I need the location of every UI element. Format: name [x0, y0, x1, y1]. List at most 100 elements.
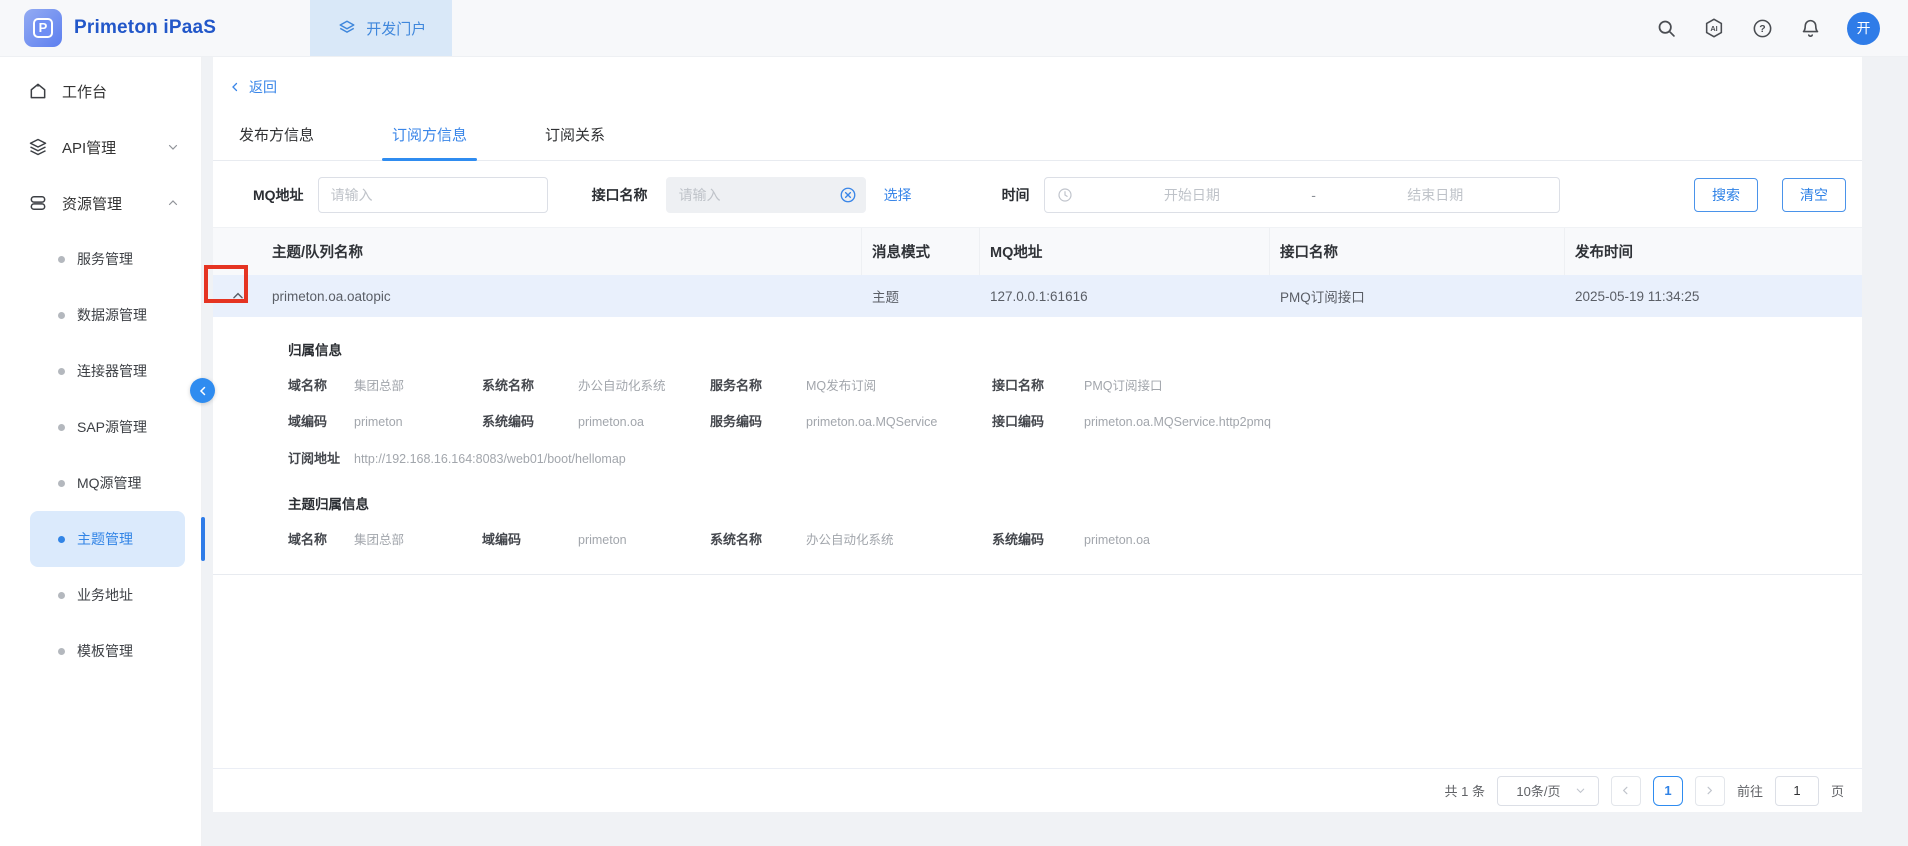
table-row[interactable]: primeton.oa.oatopic 主题 127.0.0.1:61616 P…: [213, 275, 1862, 317]
chevron-right-icon: [1704, 785, 1715, 796]
select-interface-link[interactable]: 选择: [884, 185, 912, 205]
detail-value: primeton: [354, 415, 482, 429]
page-unit-label: 页: [1831, 781, 1844, 800]
search-icon[interactable]: [1655, 17, 1677, 39]
detail-value: primeton.oa: [578, 415, 710, 429]
row-expand-button[interactable]: [213, 278, 262, 314]
sidebar-subitem-label: SAP源管理: [77, 417, 147, 437]
interface-name-label: 接口名称: [592, 185, 648, 205]
sidebar-item-resource[interactable]: 资源管理: [0, 175, 201, 231]
search-button[interactable]: 搜索: [1694, 178, 1758, 212]
mq-address-input[interactable]: [318, 177, 548, 213]
cell-interface-name: PMQ订阅接口: [1270, 275, 1565, 317]
detail-label: 接口编码: [992, 411, 1084, 430]
brand: P Primeton iPaaS: [0, 0, 240, 56]
sidebar-item-api[interactable]: API管理: [0, 119, 201, 175]
ai-assistant-icon[interactable]: AI: [1703, 17, 1725, 39]
time-label: 时间: [1002, 185, 1030, 205]
user-avatar[interactable]: 开: [1847, 12, 1880, 45]
bell-icon[interactable]: [1799, 17, 1821, 39]
portal-tab-label: 开发门户: [366, 18, 426, 39]
detail-label: 域编码: [288, 411, 354, 430]
section-title-topic-ownership: 主题归属信息: [288, 493, 1832, 513]
detail-value: primeton.oa.MQService.http2pmq: [1084, 415, 1832, 429]
tab-publisher-info[interactable]: 发布方信息: [229, 110, 324, 160]
sidebar-subitem-label: 连接器管理: [77, 361, 147, 381]
detail-label: 接口名称: [992, 375, 1084, 394]
detail-label: 系统名称: [710, 529, 806, 548]
resource-icon: [28, 193, 48, 213]
goto-page-input[interactable]: [1775, 776, 1819, 806]
detail-value-subscribe-address: http://192.168.16.164:8083/web01/boot/he…: [354, 452, 1832, 466]
detail-value: primeton.oa.MQService: [806, 415, 992, 429]
header-actions: AI ? 开: [1655, 0, 1908, 56]
tab-subscriber-info[interactable]: 订阅方信息: [382, 110, 477, 160]
start-date-input[interactable]: [1081, 187, 1304, 203]
clock-icon: [1057, 187, 1073, 203]
filter-bar: MQ地址 接口名称 选择 时间 - 搜索 清空: [213, 161, 1862, 227]
interface-name-input[interactable]: [666, 177, 866, 213]
primeton-logo-icon: P: [24, 9, 62, 47]
back-button[interactable]: 返回: [229, 77, 277, 97]
bullet-icon: [58, 368, 65, 375]
sidebar-item-mq-mgmt[interactable]: MQ源管理: [30, 455, 185, 511]
sidebar-item-connector-mgmt[interactable]: 连接器管理: [30, 343, 185, 399]
bullet-icon: [58, 592, 65, 599]
chevron-down-icon: [1575, 785, 1586, 796]
clear-circle-icon[interactable]: [839, 186, 857, 204]
end-date-input[interactable]: [1324, 187, 1547, 203]
section-title-ownership: 归属信息: [288, 339, 1832, 359]
prev-page-button[interactable]: [1611, 776, 1641, 806]
column-topic-name: 主题/队列名称: [262, 228, 862, 275]
expanded-detail-panel: 归属信息 域名称 集团总部 系统名称 办公自动化系统 服务名称 MQ发布订阅 接…: [213, 317, 1862, 575]
date-range-picker[interactable]: -: [1044, 177, 1560, 213]
sidebar-subitem-label: 主题管理: [77, 529, 133, 549]
mq-address-label: MQ地址: [253, 185, 304, 205]
bullet-icon: [58, 256, 65, 263]
sidebar-subitem-label: 服务管理: [77, 249, 133, 269]
chevron-left-icon: [229, 81, 241, 93]
sidebar-item-label: 工作台: [62, 81, 107, 102]
current-page-button[interactable]: 1: [1653, 776, 1683, 806]
sidebar-item-workbench[interactable]: 工作台: [0, 63, 201, 119]
next-page-button[interactable]: [1695, 776, 1725, 806]
page-size-value: 10条/页: [1516, 781, 1560, 800]
detail-label: 域名称: [288, 375, 354, 394]
tab-bar: 发布方信息 订阅方信息 订阅关系: [213, 110, 1862, 161]
detail-value: MQ发布订阅: [806, 375, 992, 394]
svg-text:AI: AI: [1710, 24, 1717, 33]
bullet-icon: [58, 424, 65, 431]
sidebar-item-service-mgmt[interactable]: 服务管理: [30, 231, 185, 287]
portal-tab-dev[interactable]: 开发门户: [310, 0, 452, 56]
detail-label: 服务名称: [710, 375, 806, 394]
tab-subscription-relation[interactable]: 订阅关系: [535, 110, 615, 160]
sidebar-subitem-label: 业务地址: [77, 585, 133, 605]
brand-title: Primeton iPaaS: [74, 17, 216, 39]
back-label: 返回: [249, 77, 277, 97]
sidebar-item-template-mgmt[interactable]: 模板管理: [30, 623, 185, 679]
sidebar-subitem-label: MQ源管理: [77, 473, 142, 493]
active-indicator-bar: [201, 517, 205, 561]
page-size-select[interactable]: 10条/页: [1497, 776, 1599, 806]
cell-mq-address: 127.0.0.1:61616: [980, 278, 1270, 315]
sidebar-item-sap-mgmt[interactable]: SAP源管理: [30, 399, 185, 455]
clear-button[interactable]: 清空: [1782, 178, 1846, 212]
svg-text:?: ?: [1759, 23, 1765, 35]
sidebar-item-datasource-mgmt[interactable]: 数据源管理: [30, 287, 185, 343]
pagination-bar: 共 1 条 10条/页 1 前往 页: [213, 768, 1862, 812]
sidebar-subitem-label: 模板管理: [77, 641, 133, 661]
detail-label: 服务编码: [710, 411, 806, 430]
sidebar-item-label: 资源管理: [62, 193, 122, 214]
table-header: 主题/队列名称 消息模式 MQ地址 接口名称 发布时间: [213, 227, 1862, 275]
sidebar-item-topic-mgmt[interactable]: 主题管理: [30, 511, 185, 567]
detail-value: 办公自动化系统: [578, 375, 710, 394]
column-interface-name: 接口名称: [1270, 228, 1565, 275]
pagination-total: 共 1 条: [1445, 781, 1485, 800]
range-separator: -: [1311, 187, 1316, 203]
bullet-icon: [58, 536, 65, 543]
layers-icon: [336, 17, 358, 39]
help-icon[interactable]: ?: [1751, 17, 1773, 39]
bullet-icon: [58, 480, 65, 487]
sidebar-item-business-address[interactable]: 业务地址: [30, 567, 185, 623]
sidebar-collapse-toggle[interactable]: [190, 378, 215, 403]
